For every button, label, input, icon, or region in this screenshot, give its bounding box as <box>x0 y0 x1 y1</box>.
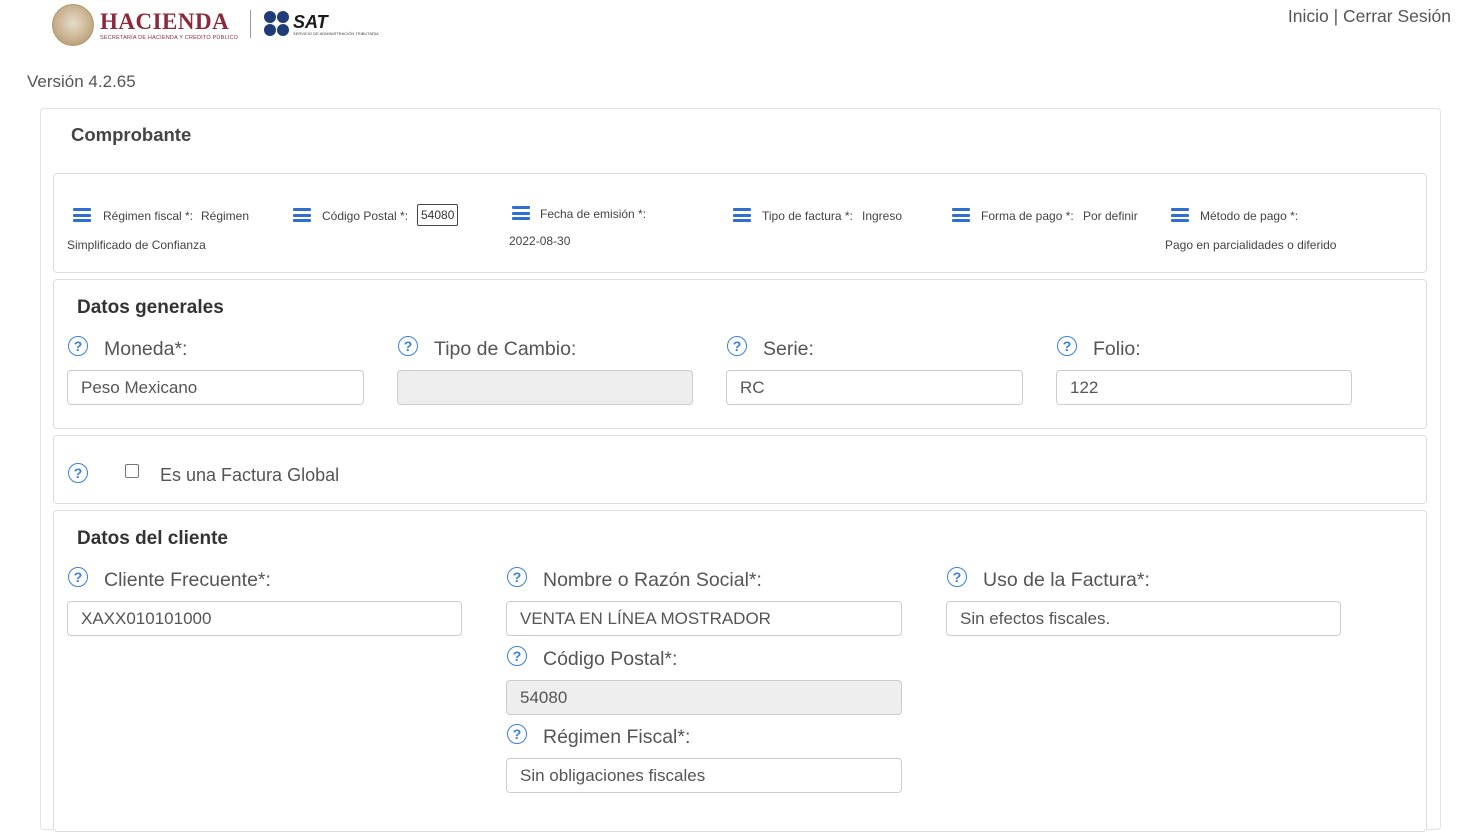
forma-menu-icon[interactable] <box>952 208 970 222</box>
factura-global-label: Es una Factura Global <box>160 465 340 485</box>
folio-value: 122 <box>1070 377 1099 397</box>
question-circle-icon[interactable]: ? <box>507 646 527 666</box>
question-circle-icon[interactable]: ? <box>727 336 747 356</box>
moneda-value: Peso Mexicano <box>81 377 198 397</box>
question-circle-icon[interactable]: ? <box>68 463 88 483</box>
uso-factura-value: Sin efectos fiscales. <box>960 608 1111 628</box>
forma-label: Forma de pago *: <box>981 209 1074 223</box>
factura-global-checkbox[interactable] <box>125 464 139 478</box>
cp-label: Código Postal *: <box>322 209 409 223</box>
regimen-label: Régimen fiscal *: <box>103 209 194 223</box>
comprobante-title: Comprobante <box>71 124 192 145</box>
tipo-cambio-label: Tipo de Cambio: <box>434 338 577 360</box>
tipo-label: Tipo de factura *: <box>762 209 853 223</box>
forma-value: Por definir <box>1083 209 1138 223</box>
hacienda-title: HACIENDA <box>100 8 230 34</box>
metodo-value: Pago en parcialidades o diferido <box>1165 238 1337 252</box>
logo-divider <box>250 10 251 38</box>
cliente-frecuente-label: Cliente Frecuente*: <box>104 569 271 591</box>
codigo-postal-label: Código Postal*: <box>543 648 678 670</box>
nav-separator: | <box>1333 6 1339 26</box>
codigo-postal-input: 54080 <box>506 680 902 715</box>
moneda-select[interactable]: Peso Mexicano <box>67 370 364 405</box>
folio-label: Folio: <box>1093 338 1141 360</box>
sat-dots-icon <box>264 11 290 37</box>
cliente-frecuente-value: XAXX010101000 <box>81 608 212 628</box>
regimen-value-2: Simplificado de Confianza <box>67 238 206 252</box>
nombre-label: Nombre o Razón Social*: <box>543 569 762 591</box>
cp-value: 54080 <box>417 204 459 226</box>
regimen-menu-icon[interactable] <box>73 208 91 222</box>
cp-menu-icon[interactable] <box>293 208 311 222</box>
serie-label: Serie: <box>763 338 814 360</box>
question-circle-icon[interactable]: ? <box>68 336 88 356</box>
fecha-menu-icon[interactable] <box>512 206 530 220</box>
cerrar-sesion-link[interactable]: Cerrar Sesión <box>1343 6 1451 26</box>
tipo-value: Ingreso <box>862 209 903 223</box>
moneda-label: Moneda*: <box>104 338 188 360</box>
datos-generales-title: Datos generales <box>77 297 224 318</box>
fecha-label: Fecha de emisión *: <box>540 207 647 221</box>
uso-factura-select[interactable]: Sin efectos fiscales. <box>946 601 1341 636</box>
tipo-cambio-input <box>397 370 693 405</box>
comprobante-summary <box>53 173 1427 273</box>
regimen-fiscal-label: Régimen Fiscal*: <box>543 726 691 748</box>
version-label: Versión 4.2.65 <box>27 72 136 91</box>
sat-logo: SAT SERVICIO DE ADMINISTRACIÓN TRIBUTARI… <box>264 11 379 37</box>
tipo-menu-icon[interactable] <box>733 208 751 222</box>
sat-subtitle: SERVICIO DE ADMINISTRACIÓN TRIBUTARIA <box>293 30 379 36</box>
question-circle-icon[interactable]: ? <box>947 567 967 587</box>
regimen-fiscal-value: Sin obligaciones fiscales <box>520 765 706 785</box>
mexico-seal-icon <box>52 4 94 46</box>
codigo-postal-value: 54080 <box>520 687 568 707</box>
question-circle-icon[interactable]: ? <box>398 336 418 356</box>
nombre-value: VENTA EN LÍNEA MOSTRADOR <box>520 608 771 628</box>
cliente-frecuente-input[interactable]: XAXX010101000 <box>67 601 462 636</box>
datos-cliente-title: Datos del cliente <box>77 528 228 549</box>
hacienda-subtitle: SECRETARÍA DE HACIENDA Y CRÉDITO PÚBLICO <box>100 34 239 41</box>
fecha-value: 2022-08-30 <box>509 234 571 248</box>
question-circle-icon[interactable]: ? <box>507 724 527 744</box>
question-circle-icon[interactable]: ? <box>68 567 88 587</box>
sat-title: SAT <box>293 11 328 32</box>
serie-value: RC <box>740 377 765 397</box>
metodo-menu-icon[interactable] <box>1171 208 1189 222</box>
inicio-link[interactable]: Inicio <box>1288 6 1329 26</box>
serie-input[interactable]: RC <box>726 370 1023 405</box>
question-circle-icon[interactable]: ? <box>507 567 527 587</box>
hacienda-logo: HACIENDA SECRETARÍA DE HACIENDA Y CRÉDIT… <box>52 4 238 46</box>
regimen-value-1: Régimen <box>201 209 250 223</box>
folio-input[interactable]: 122 <box>1056 370 1352 405</box>
regimen-fiscal-select[interactable]: Sin obligaciones fiscales <box>506 758 902 793</box>
metodo-label: Método de pago *: <box>1200 209 1299 223</box>
question-circle-icon[interactable]: ? <box>1057 336 1077 356</box>
uso-factura-label: Uso de la Factura*: <box>983 569 1150 591</box>
nombre-input[interactable]: VENTA EN LÍNEA MOSTRADOR <box>506 601 902 636</box>
top-nav: Inicio | Cerrar Sesión <box>1288 6 1451 27</box>
